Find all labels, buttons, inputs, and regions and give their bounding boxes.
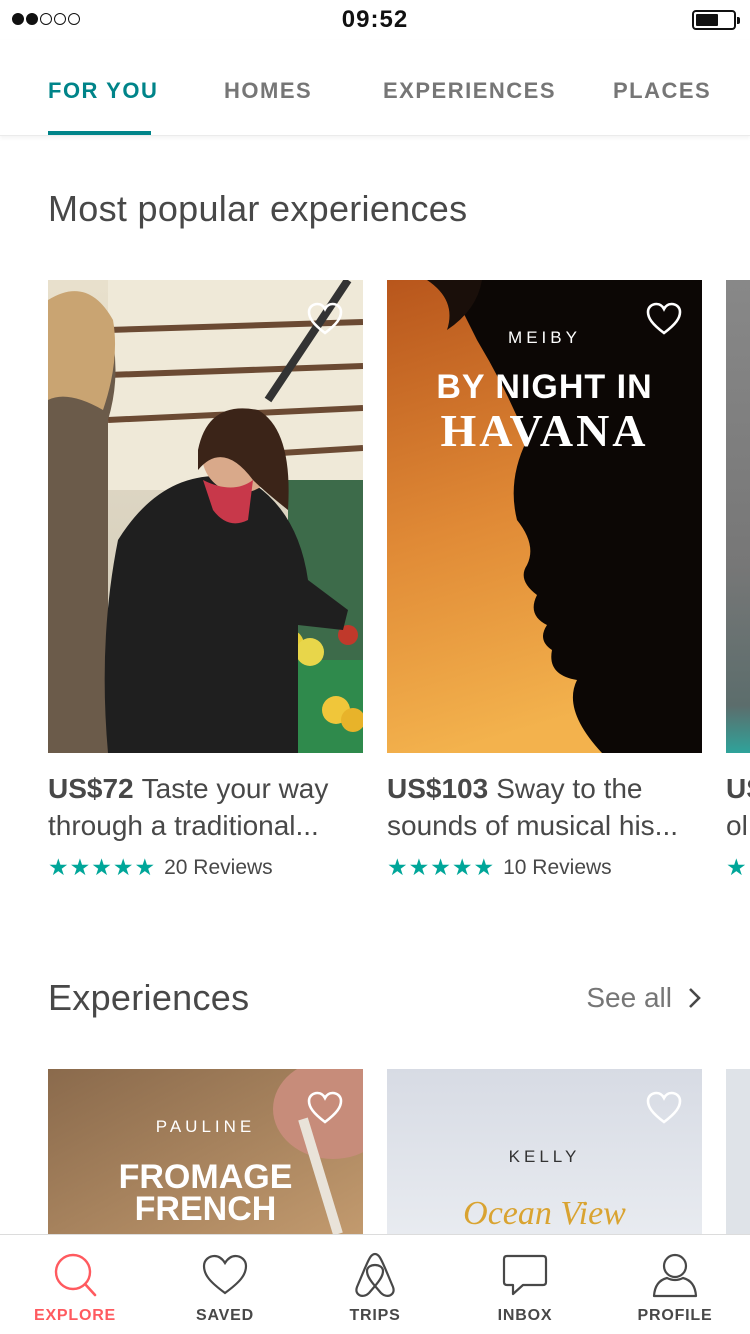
poster-headline-line1: BY NIGHT IN — [436, 368, 653, 406]
nav-explore[interactable]: EXPLORE — [0, 1235, 150, 1334]
heart-icon[interactable] — [646, 1091, 682, 1125]
tab-for-you[interactable]: FOR YOU — [48, 78, 158, 104]
nav-profile[interactable]: PROFILE — [600, 1235, 750, 1334]
experience-photo — [48, 280, 363, 753]
chevron-right-icon — [689, 988, 701, 1008]
nav-label: SAVED — [196, 1307, 254, 1324]
message-icon — [502, 1254, 548, 1296]
tab-homes[interactable]: HOMES — [224, 78, 312, 104]
heart-icon[interactable] — [646, 302, 682, 336]
nav-label: TRIPS — [349, 1307, 401, 1324]
rating: ★★★★★ 10 Reviews — [387, 854, 612, 881]
status-time: 09:52 — [341, 6, 409, 33]
poster-headline-line2: HAVANA — [440, 405, 649, 456]
battery-icon — [692, 10, 740, 30]
star-rating-icon: ★ — [726, 854, 747, 880]
see-all-link[interactable]: See all — [586, 982, 702, 1014]
host-name: KELLY — [508, 1147, 581, 1166]
bottom-navigation: EXPLORE SAVED TRIPS INBOX PROFILE — [0, 1234, 750, 1334]
review-count: 10 Reviews — [503, 855, 612, 879]
tab-places[interactable]: PLACES — [613, 78, 711, 104]
heart-icon[interactable] — [307, 1091, 343, 1125]
experience-card[interactable]: PAULINE FROMAGE FRENCH — [48, 1069, 363, 1234]
experience-card[interactable]: KELLY Ocean View — [387, 1069, 702, 1234]
top-tabs: FOR YOU HOMES EXPERIENCES PLACES — [0, 40, 750, 136]
section-title-popular: Most popular experiences — [48, 188, 468, 229]
experience-photo-peek[interactable] — [726, 1069, 750, 1234]
active-tab-indicator — [48, 131, 151, 135]
experience-price: US$72 — [48, 773, 134, 804]
nav-label: PROFILE — [637, 1307, 713, 1324]
heart-icon — [202, 1254, 248, 1295]
rating: ★★★★★ 20 Reviews — [48, 854, 273, 881]
experience-photo-peek[interactable] — [726, 280, 750, 753]
section-title-experiences: Experiences — [48, 977, 250, 1018]
search-icon — [54, 1253, 97, 1297]
poster-headline: FROMAGE FRENCH — [118, 1158, 293, 1228]
nav-trips[interactable]: TRIPS — [300, 1235, 450, 1334]
poster-headline: Ocean View — [463, 1195, 626, 1232]
nav-saved[interactable]: SAVED — [150, 1235, 300, 1334]
nav-label: EXPLORE — [33, 1307, 117, 1324]
heart-icon[interactable] — [307, 302, 343, 336]
star-rating-icon: ★★★★★ — [387, 854, 496, 880]
tab-experiences[interactable]: EXPERIENCES — [383, 78, 556, 104]
see-all-label: See all — [586, 982, 672, 1013]
star-rating-icon: ★★★★★ — [48, 854, 157, 880]
experience-price: US$103 — [387, 773, 489, 804]
experience-photo: MEIBY BY NIGHT IN HAVANA — [387, 280, 702, 753]
nav-label: INBOX — [497, 1307, 553, 1324]
experience-description: US$103 Sway to the sounds of musical his.… — [387, 770, 702, 844]
user-icon — [652, 1253, 698, 1298]
experience-description-peek: USol — [726, 773, 750, 841]
airbnb-logo-icon — [355, 1252, 395, 1297]
experience-description: US$72 Taste your way through a traditiona… — [48, 770, 363, 844]
nav-inbox[interactable]: INBOX — [450, 1235, 600, 1334]
status-bar: 09:52 — [0, 0, 750, 40]
review-count: 20 Reviews — [164, 855, 273, 879]
